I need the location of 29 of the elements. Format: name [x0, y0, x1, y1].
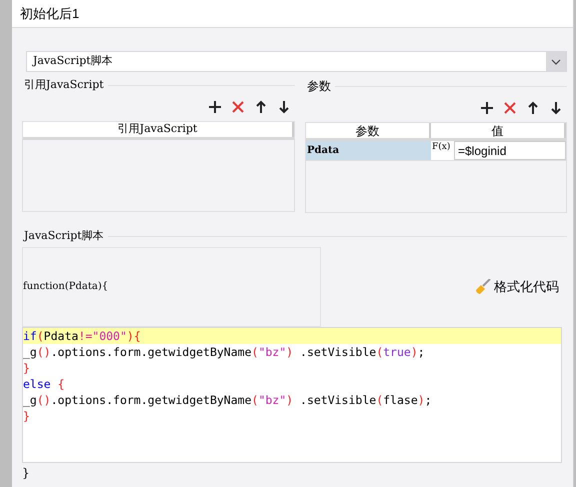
- code-line: }: [23, 360, 31, 376]
- format-code-button[interactable]: 格式化代码: [475, 276, 559, 296]
- function-signature: function(Pdata){: [23, 280, 108, 294]
- parameter-value-field[interactable]: =$loginid: [454, 141, 566, 160]
- arrow-up-icon[interactable]: [526, 101, 540, 115]
- chevron-down-icon: [551, 58, 561, 64]
- closing-brace: }: [22, 466, 30, 480]
- script-type-dropdown[interactable]: JavaScript脚本: [26, 51, 567, 72]
- add-icon[interactable]: [480, 101, 494, 115]
- parameter-name-cell[interactable]: Pdata: [306, 141, 431, 160]
- column-header: 参数: [306, 123, 431, 138]
- column-header: 引用JavaScript: [23, 122, 294, 136]
- window-title: 初始化后1: [20, 4, 80, 23]
- section-label: JavaScript脚本: [22, 228, 105, 244]
- column-header: 值: [431, 123, 566, 138]
- section-label: 引用JavaScript: [23, 77, 105, 93]
- code-line: else {: [23, 376, 66, 392]
- arrow-up-icon[interactable]: [254, 100, 268, 114]
- code-line: _g().options.form.getwidgetByName("bz") .setVisible(flase);: [23, 392, 433, 408]
- delete-icon[interactable]: [503, 101, 517, 115]
- section-label: 参数: [306, 78, 332, 95]
- broom-icon: [475, 278, 491, 294]
- code-line: _g().options.form.getwidgetByName("bz") .setVisible(true);: [23, 344, 426, 360]
- code-line: }: [23, 408, 31, 424]
- arrow-down-icon[interactable]: [277, 100, 291, 114]
- arrow-down-icon[interactable]: [549, 101, 563, 115]
- code-editor[interactable]: if(Pdata!="000"){ _g().options.form.getwidgetByName("bz") .setVisible(true); } else { _g().options.form.getwidgetByName("bz") .setVisible(flase); }: [22, 326, 562, 462]
- add-icon[interactable]: [208, 100, 222, 114]
- delete-icon[interactable]: [231, 100, 245, 114]
